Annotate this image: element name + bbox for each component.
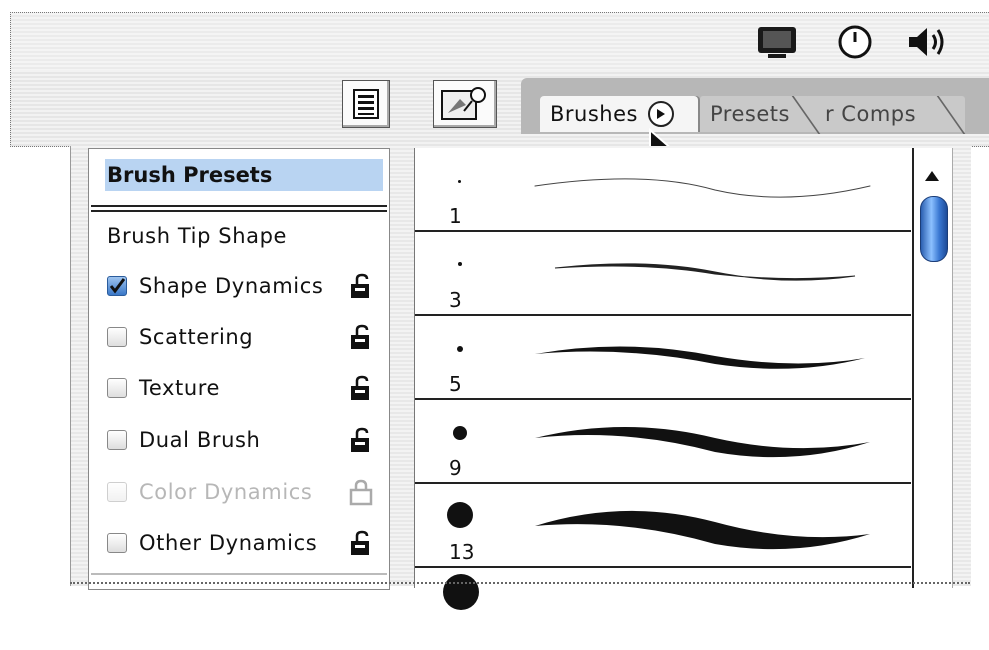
brush-tip-shape-item[interactable]: Brush Tip Shape [107, 221, 287, 251]
other-dynamics-checkbox[interactable] [107, 533, 127, 553]
brush-tip-preview [447, 502, 473, 528]
scattering-checkbox[interactable] [107, 327, 127, 347]
brush-tip-preview [458, 262, 462, 266]
option-label: Texture [139, 376, 221, 400]
option-dual-brush[interactable]: Dual Brush [107, 425, 260, 455]
dual-brush-checkbox[interactable] [107, 430, 127, 450]
brush-tip-preview [457, 346, 463, 352]
option-label: Shape Dynamics [139, 274, 324, 298]
option-texture[interactable]: Texture [107, 373, 220, 403]
brush-presets-label: Brush Presets [107, 163, 273, 187]
brush-size-label: 13 [449, 540, 475, 564]
brush-preset-row[interactable]: 9 [415, 400, 911, 484]
divider [91, 573, 387, 575]
option-label: Dual Brush [139, 428, 261, 452]
tab-presets-label: Presets [710, 102, 790, 126]
palette-well-button[interactable] [342, 80, 390, 128]
divider [91, 205, 387, 207]
brush-stroke-preview [535, 510, 870, 550]
option-shape-dynamics[interactable]: Shape Dynamics [107, 271, 323, 301]
vertical-scrollbar[interactable] [912, 148, 953, 588]
display-icon[interactable] [756, 25, 798, 61]
brush-stroke-preview [535, 346, 865, 369]
palette-bottom-edge [70, 582, 970, 584]
brush-preset-row[interactable]: 3 [415, 232, 911, 316]
brush-tip-shape-label: Brush Tip Shape [107, 224, 288, 248]
unlocked-lock-icon[interactable] [347, 273, 375, 301]
brush-stroke-preview [554, 263, 856, 281]
palette-well-icon [353, 89, 379, 119]
clock-icon[interactable] [836, 23, 874, 61]
unlocked-lock-icon[interactable] [347, 324, 375, 352]
option-label: Color Dynamics [139, 480, 313, 504]
option-label: Scattering [139, 325, 254, 349]
color-dynamics-checkbox [107, 482, 127, 502]
scrollbar-thumb[interactable] [920, 196, 948, 262]
brush-preset-row-partial[interactable] [415, 568, 911, 650]
unlocked-lock-icon[interactable] [347, 375, 375, 403]
brush-tool-button[interactable] [433, 80, 497, 128]
brush-size-label: 3 [449, 288, 462, 312]
volume-icon[interactable] [907, 25, 949, 59]
shape-dynamics-checkbox[interactable] [107, 276, 127, 296]
brush-options-list: Brush Presets Brush Tip Shape Shape Dyna… [88, 148, 390, 590]
scroll-up-arrow-icon[interactable] [924, 170, 940, 182]
tab-brushes[interactable]: Brushes [540, 96, 698, 132]
brush-preset-row[interactable]: 5 [415, 316, 911, 400]
brush-presets-item[interactable]: Brush Presets [105, 159, 383, 191]
checkmark-icon [109, 278, 125, 294]
brush-stroke-preview [535, 427, 870, 458]
tab-comps-label: r Comps [825, 102, 917, 126]
brush-preset-list: 1 3 5 9 13 [414, 148, 915, 610]
option-other-dynamics[interactable]: Other Dynamics [107, 528, 317, 558]
tab-brushes-label: Brushes [550, 102, 638, 126]
brush-size-label: 1 [449, 204, 462, 228]
option-label: Other Dynamics [139, 531, 318, 555]
palette-menu-button[interactable] [647, 101, 674, 127]
brush-preset-row[interactable]: 13 [415, 484, 911, 568]
brush-tip-preview [453, 426, 467, 440]
option-scattering[interactable]: Scattering [107, 322, 253, 352]
brush-tip-preview [458, 180, 461, 183]
brush-stroke-preview [534, 178, 871, 198]
brush-size-label: 5 [449, 372, 462, 396]
tab-presets[interactable]: Presets [700, 96, 810, 132]
brush-tool-icon [441, 87, 486, 120]
menu-bar [10, 12, 989, 71]
unlocked-lock-icon[interactable] [347, 530, 375, 558]
option-color-dynamics: Color Dynamics [107, 477, 312, 507]
disabled-lock-icon [349, 479, 373, 506]
brush-preset-row[interactable]: 1 [415, 148, 911, 232]
play-arrow-icon [656, 109, 665, 119]
unlocked-lock-icon[interactable] [347, 427, 375, 455]
brush-tip-preview [443, 574, 479, 610]
brush-size-label: 9 [449, 456, 462, 480]
divider [91, 210, 387, 212]
texture-checkbox[interactable] [107, 378, 127, 398]
